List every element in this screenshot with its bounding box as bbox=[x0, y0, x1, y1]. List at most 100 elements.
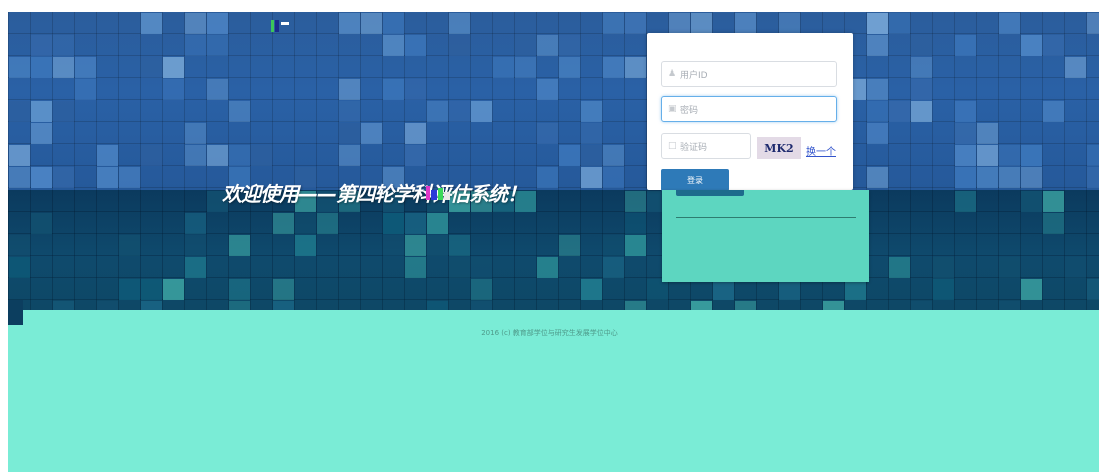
mosaic-tile bbox=[955, 123, 976, 144]
mosaic-tile bbox=[229, 279, 250, 300]
mosaic-tile bbox=[889, 101, 910, 122]
user-id-input[interactable]: ♟ 用户ID bbox=[661, 61, 837, 87]
mosaic-tile bbox=[625, 13, 646, 34]
captcha-input[interactable]: □ 验证码 bbox=[661, 133, 751, 159]
mosaic-tile bbox=[537, 79, 558, 100]
mosaic-tile bbox=[141, 57, 162, 78]
mosaic-tile bbox=[1087, 13, 1099, 34]
mosaic-tile bbox=[537, 35, 558, 56]
mosaic-tile bbox=[9, 101, 30, 122]
captcha-placeholder: 验证码 bbox=[680, 142, 708, 153]
mosaic-tile bbox=[273, 279, 294, 300]
mosaic-tile bbox=[1021, 35, 1042, 56]
mosaic-tile bbox=[1021, 279, 1042, 300]
mosaic-tile bbox=[625, 57, 646, 78]
mosaic-tile bbox=[53, 167, 74, 188]
mosaic-tile bbox=[867, 79, 888, 100]
mosaic-tile bbox=[1043, 35, 1064, 56]
captcha-image[interactable]: MK2 bbox=[757, 137, 801, 159]
mosaic-tile bbox=[97, 301, 118, 310]
mosaic-tile bbox=[471, 257, 492, 278]
mosaic-tile bbox=[251, 145, 272, 166]
mosaic-tile bbox=[867, 35, 888, 56]
mosaic-tile bbox=[295, 213, 316, 234]
login-panel: ♟ 用户ID ▣ 密码 □ 验证码 MK2 换一个 登录 bbox=[647, 33, 853, 191]
mosaic-tile bbox=[911, 57, 932, 78]
mosaic-tile bbox=[889, 257, 910, 278]
mosaic-tile bbox=[977, 145, 998, 166]
render-artifact bbox=[271, 20, 274, 32]
mosaic-tile bbox=[119, 279, 140, 300]
mosaic-tile bbox=[845, 279, 866, 300]
mosaic-tile bbox=[229, 301, 250, 310]
mosaic-tile bbox=[1043, 191, 1064, 212]
mosaic-tile bbox=[999, 13, 1020, 34]
mosaic-tile bbox=[867, 123, 888, 144]
mosaic-tile bbox=[9, 145, 30, 166]
mosaic-tile bbox=[559, 145, 580, 166]
mosaic-tile bbox=[603, 57, 624, 78]
login-button[interactable]: 登录 bbox=[661, 169, 729, 191]
mosaic-tile bbox=[449, 13, 470, 34]
user-icon: ♟ bbox=[668, 69, 677, 79]
mosaic-tile bbox=[229, 235, 250, 256]
copyright-text: 2016 (c) 教育部学位与研究生发展学位中心 bbox=[481, 329, 618, 337]
mosaic-tile bbox=[581, 123, 602, 144]
mosaic-tile bbox=[493, 57, 514, 78]
mosaic-tile bbox=[691, 13, 712, 34]
password-input[interactable]: ▣ 密码 bbox=[661, 96, 837, 122]
mosaic-tile bbox=[383, 235, 404, 256]
mosaic-tile bbox=[515, 57, 536, 78]
mosaic-tile bbox=[273, 213, 294, 234]
render-artifact bbox=[444, 192, 450, 200]
mosaic-tile bbox=[9, 167, 30, 188]
mosaic-tile bbox=[207, 79, 228, 100]
mosaic-tile bbox=[75, 57, 96, 78]
mosaic-tile bbox=[603, 257, 624, 278]
mosaic-tile bbox=[999, 145, 1020, 166]
mosaic-tile bbox=[625, 191, 646, 212]
mosaic-tile bbox=[471, 279, 492, 300]
mosaic-tile bbox=[9, 257, 30, 278]
mosaic-tile bbox=[933, 257, 954, 278]
mosaic-tile bbox=[625, 301, 646, 310]
mosaic-tile bbox=[1065, 57, 1086, 78]
mosaic-tile bbox=[53, 301, 74, 310]
mosaic-tile bbox=[339, 13, 360, 34]
mosaic-tile bbox=[955, 145, 976, 166]
mosaic-tile bbox=[141, 145, 162, 166]
mosaic-tile bbox=[1087, 279, 1099, 300]
mosaic-tile bbox=[163, 79, 184, 100]
mosaic-tile bbox=[9, 57, 30, 78]
mosaic-tile bbox=[735, 301, 756, 310]
mosaic-tile bbox=[31, 57, 52, 78]
mosaic-tile bbox=[713, 279, 734, 300]
mosaic-tile bbox=[427, 235, 448, 256]
mosaic-tile bbox=[1065, 257, 1086, 278]
mosaic-tile bbox=[207, 35, 228, 56]
mosaic-tile bbox=[383, 35, 404, 56]
mosaic-tile bbox=[977, 167, 998, 188]
mosaic-tile bbox=[559, 57, 580, 78]
render-artifact bbox=[275, 20, 279, 32]
render-artifact bbox=[438, 188, 443, 200]
captcha-text: MK2 bbox=[764, 141, 794, 155]
mosaic-tile bbox=[955, 191, 976, 212]
mosaic-tile bbox=[383, 13, 404, 34]
mosaic-tile bbox=[735, 13, 756, 34]
mosaic-tile bbox=[1043, 101, 1064, 122]
mosaic-tile bbox=[999, 301, 1020, 310]
mosaic-tile bbox=[889, 13, 910, 34]
mosaic-tile bbox=[955, 35, 976, 56]
mosaic-tile bbox=[405, 35, 426, 56]
mosaic-tile bbox=[229, 145, 250, 166]
mosaic-tile bbox=[603, 235, 624, 256]
mosaic-tile bbox=[405, 213, 426, 234]
mosaic-tile bbox=[361, 123, 382, 144]
mosaic-tile bbox=[581, 279, 602, 300]
mosaic-tile bbox=[31, 123, 52, 144]
mosaic-tile bbox=[229, 101, 250, 122]
refresh-captcha-link[interactable]: 换一个 bbox=[806, 143, 836, 158]
mosaic-tile bbox=[1087, 145, 1099, 166]
mosaic-tile bbox=[581, 167, 602, 188]
